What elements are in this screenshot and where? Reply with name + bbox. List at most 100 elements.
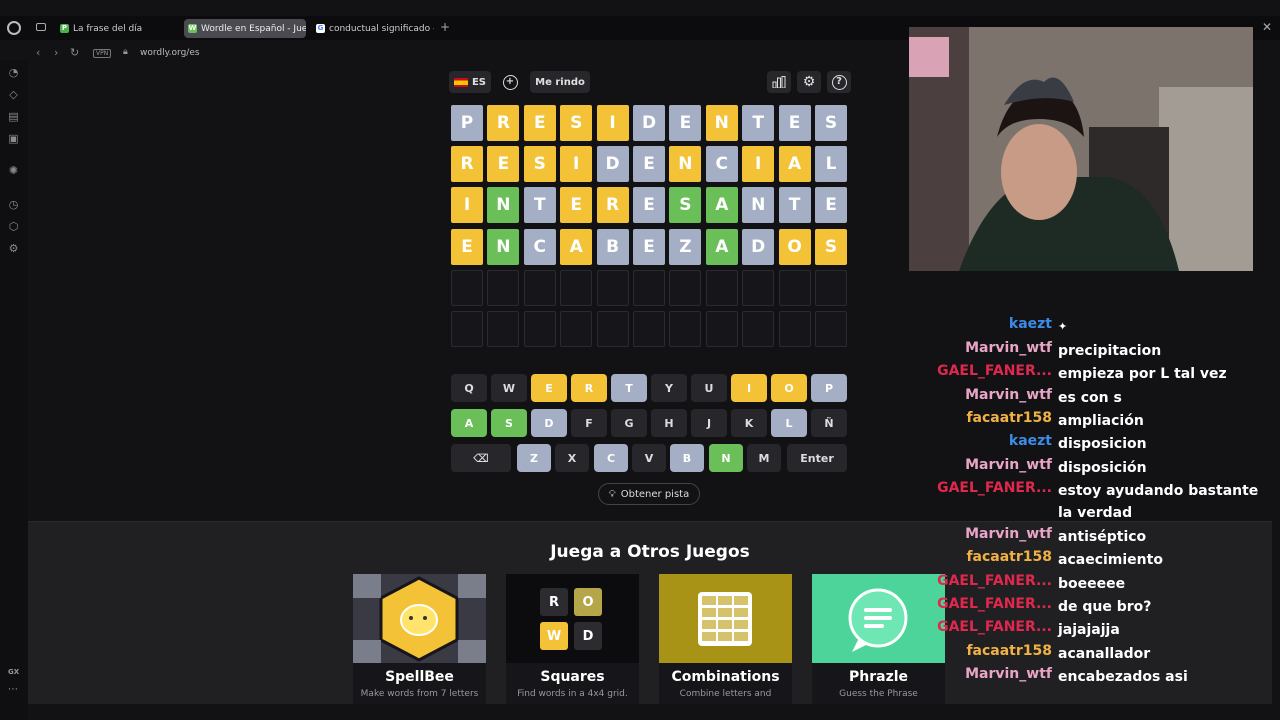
new-game-button[interactable]: +	[498, 71, 522, 93]
key-j[interactable]: J	[691, 409, 727, 437]
squares-tile: W	[540, 622, 568, 650]
chat-text: es con s	[1058, 390, 1122, 406]
sidebar-bag-icon[interactable]: ◇	[7, 88, 20, 101]
key-s[interactable]: S	[491, 409, 527, 437]
board-tile: N	[487, 187, 520, 224]
board-tile: P	[451, 105, 483, 141]
board-tile: T	[778, 187, 811, 224]
chat-username[interactable]: Marvin_wtf	[965, 666, 1052, 682]
board-tile	[669, 311, 702, 347]
help-button[interactable]: ?	[827, 71, 851, 93]
chat-text: boeeeee	[1058, 576, 1126, 592]
tab-conductual[interactable]: G conductual significado - B	[312, 19, 434, 38]
board-tile: N	[487, 228, 520, 265]
url-field[interactable]: wordly.org/es	[140, 48, 200, 58]
key-f[interactable]: F	[571, 409, 607, 437]
board-tile	[705, 269, 738, 306]
key-v[interactable]: V	[632, 444, 666, 472]
tab-wordle[interactable]: W Wordle en Español - Jueg	[184, 19, 306, 38]
chat-username[interactable]: GAEL_FANER...	[937, 480, 1052, 496]
chat-username[interactable]: kaezt	[1009, 433, 1052, 449]
hint-button[interactable]: 💡︎ Obtener pista	[598, 483, 700, 505]
key-y[interactable]: Y	[651, 374, 687, 402]
new-tab-icon[interactable]: +	[440, 20, 450, 34]
key-p[interactable]: P	[811, 374, 847, 402]
chat-username[interactable]: facaatr158	[966, 549, 1052, 565]
key-b[interactable]: B	[670, 444, 704, 472]
board-tile	[742, 269, 775, 306]
key-m[interactable]: M	[747, 444, 781, 472]
chat-username[interactable]: GAEL_FANER...	[937, 596, 1052, 612]
key-i[interactable]: I	[731, 374, 767, 402]
chat-username[interactable]: kaezt	[1009, 316, 1052, 332]
key-w[interactable]: W	[491, 374, 527, 402]
chat-username[interactable]: Marvin_wtf	[965, 387, 1052, 403]
sidebar-gx-label[interactable]: GX	[8, 668, 19, 676]
key-l[interactable]: L	[771, 409, 807, 437]
tab-switcher-icon[interactable]	[36, 23, 46, 31]
key-c[interactable]: C	[594, 444, 628, 472]
board-tile: E	[560, 187, 593, 224]
key-q[interactable]: Q	[451, 374, 487, 402]
chat-username[interactable]: facaatr158	[966, 643, 1052, 659]
key-d[interactable]: D	[531, 409, 567, 437]
game-card-spellbee[interactable]: SpellBee Make words from 7 letters	[353, 574, 486, 704]
key-x[interactable]: X	[555, 444, 589, 472]
sidebar-aria-icon[interactable]: ◔	[7, 66, 20, 79]
window-close-icon[interactable]: ✕	[1262, 20, 1272, 34]
lock-icon[interactable]: 🔒︎	[123, 47, 128, 57]
chat-username[interactable]: GAEL_FANER...	[937, 619, 1052, 635]
chat-username[interactable]: facaatr158	[966, 410, 1052, 426]
tab-frase-del-dia[interactable]: P La frase del día	[56, 19, 181, 38]
key-h[interactable]: H	[651, 409, 687, 437]
board-tile: Z	[669, 228, 702, 265]
key-r[interactable]: R	[571, 374, 607, 402]
board-tile	[596, 269, 629, 306]
squares-tile: O	[574, 588, 602, 616]
board-tile: E	[523, 105, 556, 141]
game-card-combinations[interactable]: Combinations Combine letters and	[659, 574, 792, 704]
reload-icon[interactable]: ↻	[70, 46, 79, 59]
back-icon[interactable]: ‹	[36, 46, 40, 59]
give-up-button[interactable]: Me rindo	[530, 71, 590, 93]
chat-text: jajajajja	[1058, 622, 1120, 638]
settings-button[interactable]: ⚙	[797, 71, 821, 93]
chat-username[interactable]: Marvin_wtf	[965, 526, 1052, 542]
opera-logo-icon[interactable]	[7, 21, 21, 35]
sidebar-chatgpt-icon[interactable]: ✺	[7, 164, 20, 177]
tab-favicon-icon: P	[60, 24, 69, 33]
enter-key[interactable]: Enter	[787, 444, 847, 472]
chat-text: acaecimiento	[1058, 552, 1163, 568]
key-k[interactable]: K	[731, 409, 767, 437]
sidebar-more-icon[interactable]: ⋯	[8, 684, 18, 695]
sidebar-history-icon[interactable]: ◷	[7, 198, 20, 211]
game-card-squares[interactable]: R O W D Squares Find words in a 4x4 grid…	[506, 574, 639, 704]
chat-username[interactable]: GAEL_FANER...	[937, 573, 1052, 589]
language-label: ES	[471, 76, 487, 88]
key-ñ[interactable]: Ñ	[811, 409, 847, 437]
key-z[interactable]: Z	[517, 444, 551, 472]
key-o[interactable]: O	[771, 374, 807, 402]
chat-username[interactable]: Marvin_wtf	[965, 340, 1052, 356]
vpn-badge[interactable]: VPN	[93, 49, 112, 58]
key-u[interactable]: U	[691, 374, 727, 402]
chat-username[interactable]: Marvin_wtf	[965, 457, 1052, 473]
sidebar-settings-icon[interactable]: ⚙	[7, 242, 20, 255]
sidebar-messenger-icon[interactable]: ▣	[7, 132, 20, 145]
key-n[interactable]: N	[709, 444, 743, 472]
chat-username[interactable]: GAEL_FANER...	[937, 363, 1052, 379]
backspace-key[interactable]: ⌫	[451, 444, 511, 472]
sidebar-player-icon[interactable]: ▤	[7, 110, 20, 123]
stats-button[interactable]	[767, 71, 791, 93]
game-card-desc: Find words in a 4x4 grid.	[517, 689, 628, 699]
key-g[interactable]: G	[611, 409, 647, 437]
key-e[interactable]: E	[531, 374, 567, 402]
board-tile: E	[815, 187, 847, 224]
sidebar-extensions-icon[interactable]: ⬡	[7, 220, 20, 233]
forward-icon[interactable]: ›	[54, 46, 58, 59]
language-selector[interactable]: ES	[449, 71, 491, 93]
board-tile	[742, 311, 775, 347]
key-a[interactable]: A	[451, 409, 487, 437]
key-t[interactable]: T	[611, 374, 647, 402]
board-tile	[560, 311, 593, 347]
